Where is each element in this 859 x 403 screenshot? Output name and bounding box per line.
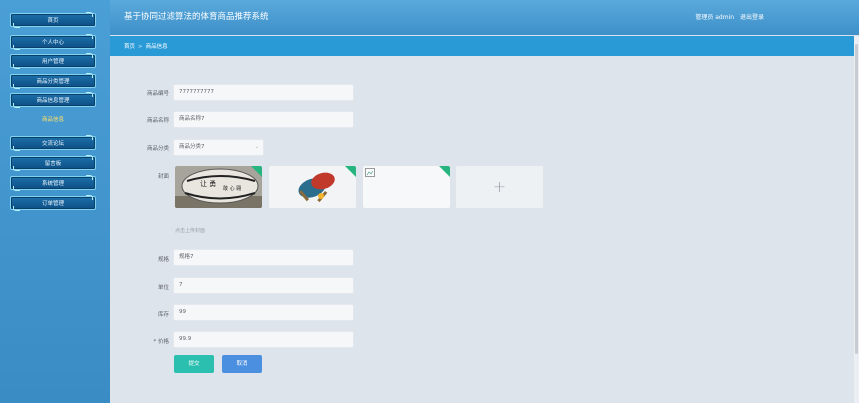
cover-label: 封面 xyxy=(157,174,169,180)
submit-button[interactable]: 提交 xyxy=(174,355,214,373)
chevron-down-icon: ⌄ xyxy=(254,144,259,150)
main-content xyxy=(110,56,854,403)
user-info: 管理员 admin 退出登录 xyxy=(691,12,764,21)
sidebar-item-profile[interactable]: 个人中心 xyxy=(10,34,96,50)
upload-add-button[interactable]: + xyxy=(455,165,544,209)
svg-text:让 勇: 让 勇 xyxy=(200,179,216,188)
sidebar-item-system[interactable]: 系统管理 xyxy=(10,175,96,191)
price-label: * 价格 xyxy=(153,339,170,345)
broken-image-icon xyxy=(365,168,375,177)
top-header: 基于协同过滤算法的体育商品推荐系统 管理员 admin 退出登录 xyxy=(110,0,859,35)
code-input[interactable]: 7777777777 xyxy=(173,84,354,101)
breadcrumb-home[interactable]: 首页 xyxy=(124,44,135,50)
sidebar: 首页 个人中心 用户管理 商品分类管理 商品信息管理 商品信息 交流论坛 留言板… xyxy=(0,0,110,403)
stock-label: 库存 xyxy=(157,312,169,318)
sidebar-item-orders[interactable]: 订单管理 xyxy=(10,195,96,211)
breadcrumb-current: 商品信息 xyxy=(145,44,168,50)
sidebar-item-product-info[interactable]: 商品信息 xyxy=(10,114,96,126)
svg-text:敢 心 翱: 敢 心 翱 xyxy=(223,185,241,192)
breadcrumb-separator: > xyxy=(138,44,143,50)
spec-label: 规格 xyxy=(157,257,169,263)
plus-icon: + xyxy=(492,177,507,196)
breadcrumb: 首页 > 商品信息 xyxy=(110,36,854,56)
cover-image-broken[interactable] xyxy=(362,165,451,209)
category-select[interactable]: 商品分类7 ⌄ xyxy=(173,139,264,156)
unit-label: 单位 xyxy=(157,285,169,291)
name-label: 商品名称 xyxy=(146,118,169,124)
price-input[interactable]: 99.9 xyxy=(173,331,354,348)
selected-corner-icon xyxy=(251,166,262,177)
sidebar-item-messages[interactable]: 留言板 xyxy=(10,155,96,171)
scrollbar-thumb[interactable] xyxy=(855,44,858,354)
stock-input[interactable]: 99 xyxy=(173,304,354,321)
name-input[interactable]: 商品名称7 xyxy=(173,111,354,128)
sidebar-item-category[interactable]: 商品分类管理 xyxy=(10,73,96,89)
site-title: 基于协同过滤算法的体育商品推荐系统 xyxy=(124,12,269,22)
sidebar-item-users[interactable]: 用户管理 xyxy=(10,53,96,69)
code-label: 商品编号 xyxy=(146,91,169,97)
category-label: 商品分类 xyxy=(146,146,169,152)
cover-image-rugby[interactable]: 让 勇 敢 心 翱 xyxy=(174,165,263,209)
cancel-button[interactable]: 取消 xyxy=(222,355,262,373)
user-name: 管理员 admin xyxy=(695,14,735,21)
sidebar-item-product-manage[interactable]: 商品信息管理 xyxy=(10,92,96,108)
spec-input[interactable]: 规格7 xyxy=(173,249,354,266)
unit-input[interactable]: 7 xyxy=(173,277,354,294)
sidebar-item-forum[interactable]: 交流论坛 xyxy=(10,135,96,151)
sidebar-item-home[interactable]: 首页 xyxy=(10,12,96,28)
upload-hint: 点击上传封面 xyxy=(175,228,206,234)
pingpong-paddle-image xyxy=(269,166,356,208)
cover-image-pingpong[interactable] xyxy=(268,165,357,209)
rugby-ball-image: 让 勇 敢 心 翱 xyxy=(175,166,262,208)
selected-corner-icon xyxy=(345,166,356,177)
selected-corner-icon xyxy=(439,166,450,177)
logout-link[interactable]: 退出登录 xyxy=(740,14,764,21)
vertical-scrollbar[interactable] xyxy=(854,36,859,403)
